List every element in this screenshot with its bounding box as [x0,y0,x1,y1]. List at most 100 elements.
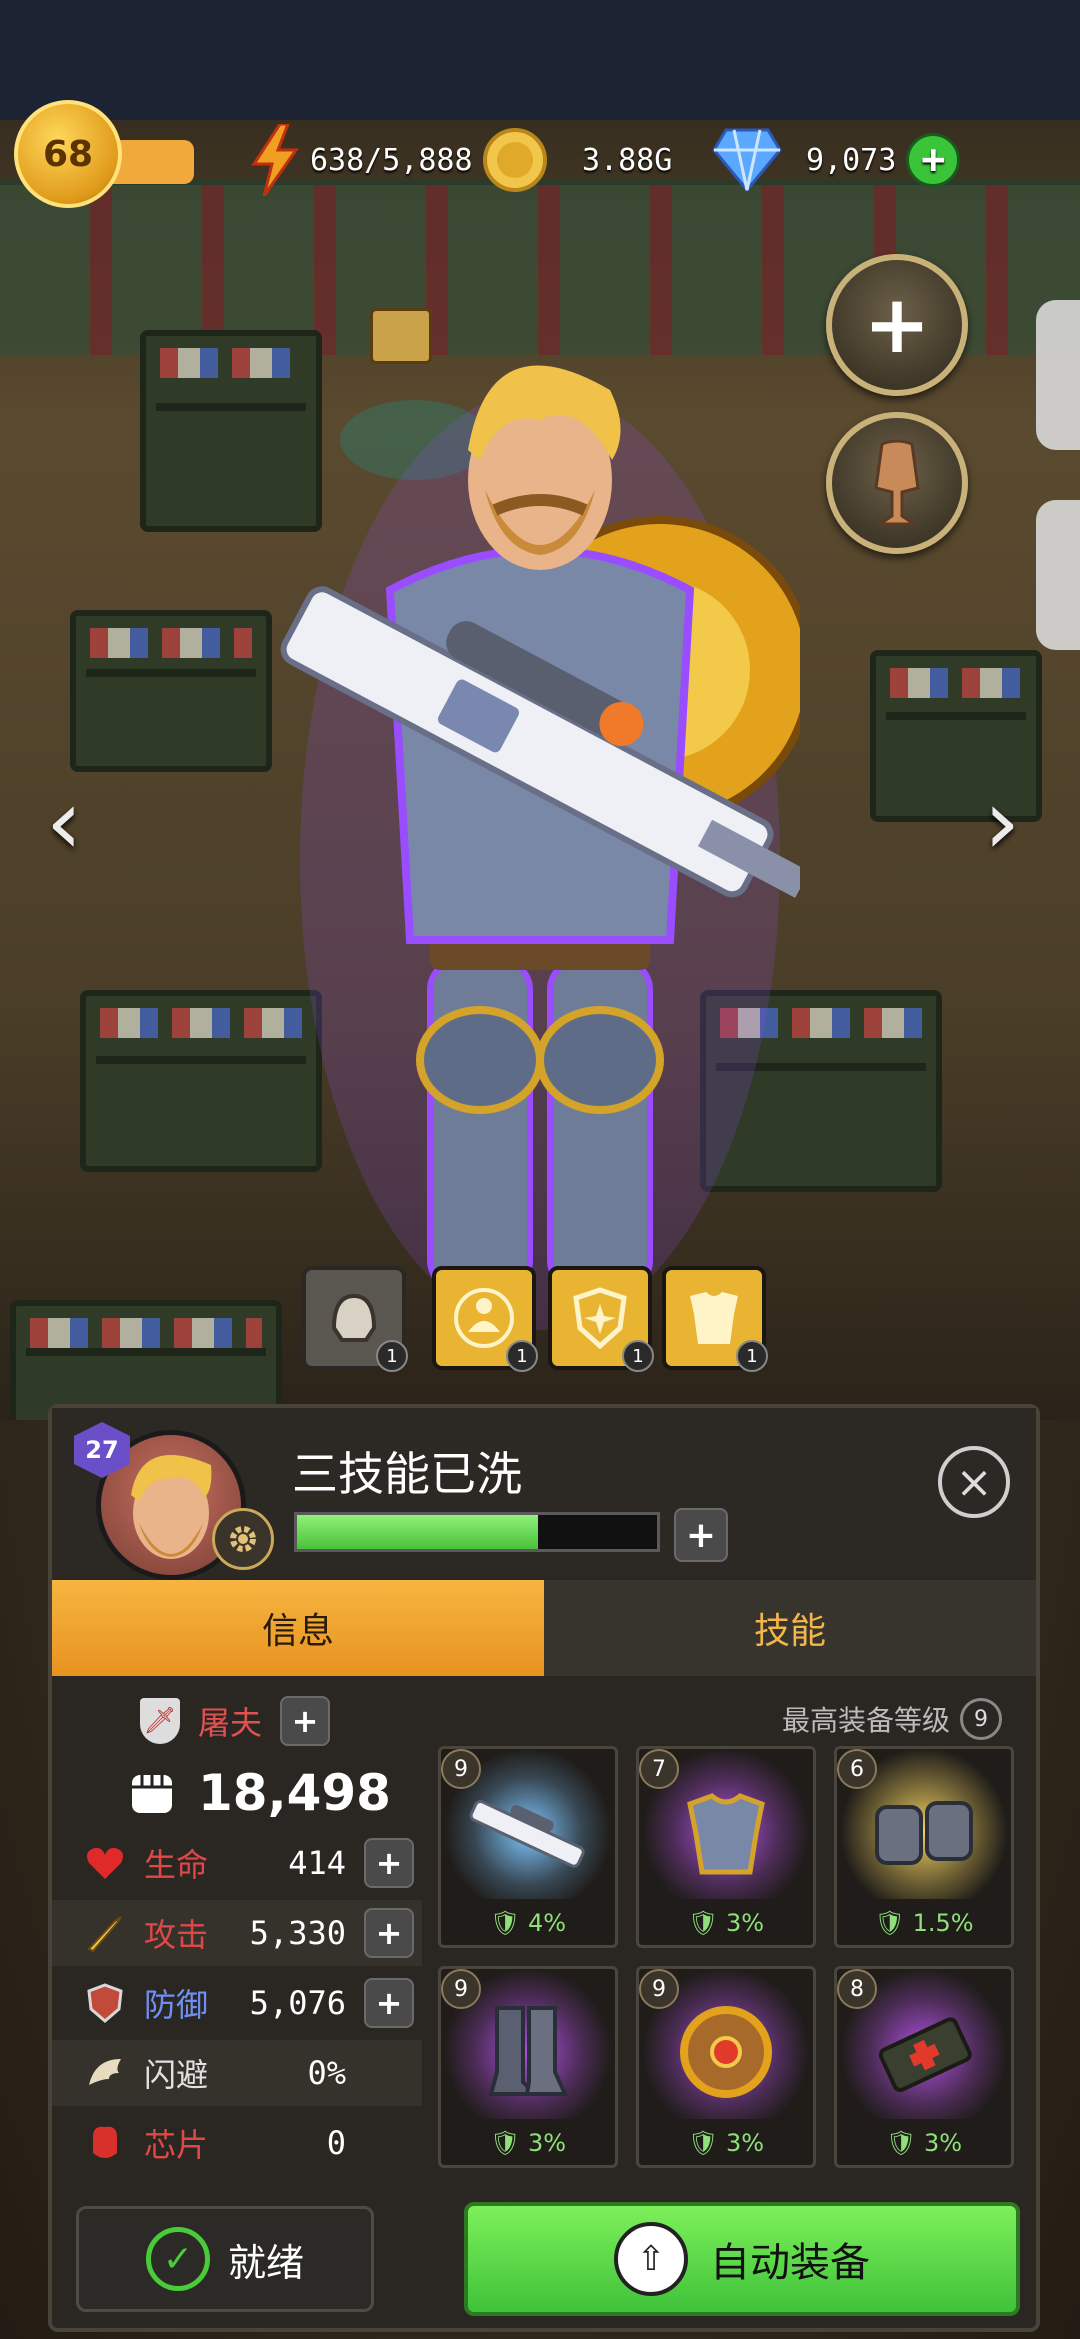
boots-icon [441,1997,615,2107]
equip-shield[interactable]: 9 🛡 3% [636,1966,816,2168]
stat-label: 防御 [144,1986,209,2024]
armor-icon [639,1777,813,1887]
equip-bonus-value: 4% [528,1909,567,1937]
equip-bonus: 🛡 3% [489,2129,567,2157]
equip-bonus: 🛡 3% [885,2129,963,2157]
ready-button[interactable]: ✓ 就绪 [76,2206,374,2312]
armor-slot[interactable]: 1 [432,1266,538,1372]
upgrade-arrow-icon: ⇧ [614,2222,688,2296]
shield-icon [82,1980,128,2026]
gem-counter[interactable]: 9,073 + [712,128,961,192]
equip-boots[interactable]: 9 🛡 3% [438,1966,618,2168]
stat-row-defense: 防御 5,076 + [52,1970,422,2036]
equipment-grid: 9 🛡 4% 7 🛡 3% 6 🛡 1.5% 9 🛡 3% 9 🛡 3% 8 🛡… [438,1746,1018,2168]
shop-shelf [10,1300,282,1420]
costume-button[interactable] [826,412,968,554]
gear-icon [230,1526,256,1552]
add-button[interactable]: + [826,254,968,396]
gloves-icon [837,1777,1011,1887]
shop-shelf [70,610,272,772]
stat-row-hp: 生命 414 + [52,1830,422,1896]
equip-weapon[interactable]: 9 🛡 4% [438,1746,618,1948]
stat-row-chip: 芯片 0 [52,2110,422,2176]
auto-equip-button[interactable]: ⇧ 自动装备 [464,2202,1020,2316]
class-plus-button[interactable]: + [280,1696,331,1746]
stat-label: 生命 [144,1846,209,1884]
equip-level: 9 [639,1969,679,2009]
add-xp-button[interactable]: + [674,1508,728,1562]
gold-counter[interactable]: 3.88G [482,128,672,192]
plus-icon: + [863,278,931,371]
fist-icon [132,1775,172,1813]
equip-bonus: 🛡 4% [489,1909,567,1937]
wing-icon [82,2050,128,2096]
sword-icon [82,1910,128,1956]
panel-tabs: 信息 技能 [52,1580,1036,1676]
chestplate-icon [690,1292,738,1344]
close-icon: × [955,1456,993,1508]
equip-armor[interactable]: 7 🛡 3% [636,1746,816,1948]
equip-gloves[interactable]: 6 🛡 1.5% [834,1746,1014,1948]
slot-count: 1 [376,1340,408,1372]
heart-icon [82,1840,128,1886]
attack-plus-button[interactable]: + [364,1908,414,1958]
hero-xp-fill [297,1515,539,1549]
energy-counter[interactable]: 638/5,888 [250,124,473,196]
equip-level: 9 [441,1749,481,1789]
hero-class: 🗡 屠夫 + [140,1696,331,1746]
stat-value: 5,076 [249,1984,346,2022]
add-gems-button[interactable]: + [906,133,961,187]
equip-level: 7 [639,1749,679,1789]
equip-bonus: 🛡 1.5% [874,1909,974,1937]
check-icon: ✓ [145,2227,210,2291]
mannequin-icon [874,439,920,526]
slot-count: 1 [736,1340,768,1372]
hero-character[interactable] [280,340,800,1400]
equip-level: 6 [837,1749,877,1789]
defense-plus-button[interactable]: + [364,1978,414,2028]
hero-settings-button[interactable] [212,1508,274,1570]
stat-value: 414 [288,1844,346,1882]
medkit-icon [837,1997,1011,2107]
stat-label: 闪避 [144,2056,209,2094]
gem-value: 9,073 [806,142,897,178]
slot-count: 1 [506,1340,538,1372]
equip-medkit[interactable]: 8 🛡 3% [834,1966,1014,2168]
tab-skills[interactable]: 技能 [544,1580,1036,1676]
player-level-badge[interactable]: 68 [14,100,194,210]
hp-plus-button[interactable]: + [364,1838,414,1888]
chest-slot[interactable]: 1 [662,1266,768,1372]
max-equip-level-value: 9 [960,1698,1003,1740]
rifle-icon [441,1777,615,1887]
gold-coin-icon [482,127,548,193]
prev-hero-arrow[interactable]: ‹ [46,770,82,875]
side-tab-qq[interactable] [1036,300,1080,450]
cleaver-icon: 🗡 [140,1698,180,1744]
hero-class-label: 屠夫 [198,1704,263,1742]
stat-value: 0 [326,2124,346,2162]
max-equip-level[interactable]: 最高装备等级 9 [782,1698,1003,1740]
diamond-icon [712,128,782,192]
combat-power-value: 18,498 [198,1764,391,1822]
helmet-slot[interactable]: 1 [302,1266,408,1372]
player-level-value: 68 [14,100,122,208]
ready-label: 就绪 [227,2240,304,2285]
equip-level: 9 [441,1969,481,2009]
stat-row-dodge: 闪避 0% [52,2040,422,2106]
max-equip-label: 最高装备等级 [782,1704,951,1737]
slot-count: 1 [622,1340,654,1372]
next-hero-arrow[interactable]: › [984,770,1020,875]
helmet-icon [331,1293,377,1342]
side-tab-wechat[interactable] [1036,500,1080,650]
round-shield-icon [639,1997,813,2107]
stat-label: 攻击 [144,1916,209,1954]
hero-name: 三技能已洗 [292,1447,522,1501]
shield-slot[interactable]: 1 [548,1266,654,1372]
equip-bonus-value: 3% [528,2129,567,2157]
lightning-icon [250,124,300,196]
hero-info-panel: 27 三技能已洗 + × 信息 技能 🗡 屠夫 + 18,498 生命 414 … [48,1404,1040,2332]
close-button[interactable]: × [938,1446,1010,1518]
energy-value: 638/5,888 [310,142,473,178]
tab-info[interactable]: 信息 [52,1580,544,1676]
equip-bonus-value: 1.5% [912,1909,974,1937]
